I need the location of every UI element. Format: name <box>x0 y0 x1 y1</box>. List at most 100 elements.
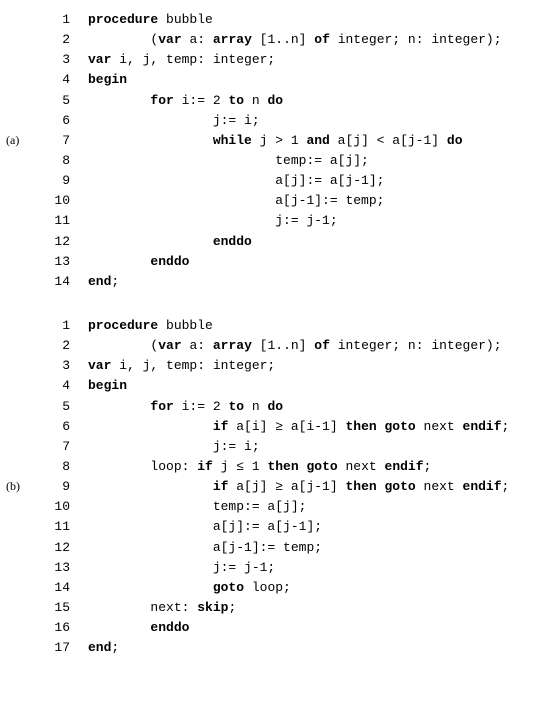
code-token <box>377 479 385 494</box>
code-content: (var a: array [1..n] of integer; n: inte… <box>88 336 549 356</box>
indent <box>88 459 150 474</box>
line-number: 3 <box>38 50 88 70</box>
indent <box>88 153 275 168</box>
code-token: a[j] < a[j-1] <box>330 133 447 148</box>
keyword-token: to <box>228 399 244 414</box>
code-content: j:= j-1; <box>88 558 549 578</box>
keyword-token: do <box>447 133 463 148</box>
listing-label: (b) <box>6 477 38 496</box>
code-content: j:= i; <box>88 437 549 457</box>
line-number: 16 <box>38 618 88 638</box>
code-token: j:= i; <box>213 113 260 128</box>
line-number: 15 <box>38 598 88 618</box>
code-token: a[i] ≥ a[i-1] <box>228 419 345 434</box>
indent <box>88 600 150 615</box>
code-content: for i:= 2 to n do <box>88 397 549 417</box>
line-number: 10 <box>38 497 88 517</box>
keyword-token: if <box>197 459 213 474</box>
line-number: 14 <box>38 578 88 598</box>
code-line: 1procedure bubble <box>6 316 549 336</box>
code-line: 8 temp:= a[j]; <box>6 151 549 171</box>
line-number: 17 <box>38 638 88 658</box>
code-content: next: skip; <box>88 598 549 618</box>
code-line: 6 if a[i] ≥ a[i-1] then goto next endif; <box>6 417 549 437</box>
keyword-token: enddo <box>150 254 189 269</box>
code-line: 12 enddo <box>6 232 549 252</box>
code-content: for i:= 2 to n do <box>88 91 549 111</box>
code-content: enddo <box>88 618 549 638</box>
keyword-token: goto <box>385 419 416 434</box>
line-number: 5 <box>38 91 88 111</box>
keyword-token: of <box>314 32 330 47</box>
code-token: temp:= a[j]; <box>213 499 307 514</box>
code-content: begin <box>88 376 549 396</box>
code-line: 3var i, j, temp: integer; <box>6 356 549 376</box>
code-line: 11 j:= j-1; <box>6 211 549 231</box>
indent <box>88 32 150 47</box>
code-content: end; <box>88 272 549 292</box>
line-number: 13 <box>38 558 88 578</box>
code-line: 16 enddo <box>6 618 549 638</box>
code-token: ; <box>502 419 510 434</box>
keyword-token: array <box>213 338 252 353</box>
keyword-token: endif <box>385 459 424 474</box>
line-number: 5 <box>38 397 88 417</box>
code-line: 14end; <box>6 272 549 292</box>
code-token: a: <box>182 338 213 353</box>
code-line: (b)9 if a[j] ≥ a[j-1] then goto next end… <box>6 477 549 497</box>
code-content: (var a: array [1..n] of integer; n: inte… <box>88 30 549 50</box>
keyword-token: var <box>158 32 181 47</box>
keyword-token: array <box>213 32 252 47</box>
code-line: (a)7 while j > 1 and a[j] < a[j-1] do <box>6 131 549 151</box>
code-token: j:= j-1; <box>213 560 275 575</box>
keyword-token: endif <box>463 479 502 494</box>
code-token: next <box>338 459 385 474</box>
code-token: a[j] ≥ a[j-1] <box>228 479 345 494</box>
code-content: end; <box>88 638 549 658</box>
line-number: 12 <box>38 538 88 558</box>
code-content: a[j]:= a[j-1]; <box>88 171 549 191</box>
code-line: 4begin <box>6 376 549 396</box>
code-line: 3var i, j, temp: integer; <box>6 50 549 70</box>
keyword-token: do <box>267 93 283 108</box>
indent <box>88 439 213 454</box>
indent <box>88 499 213 514</box>
code-token: bubble <box>158 318 213 333</box>
code-line: 1procedure bubble <box>6 10 549 30</box>
keyword-token: var <box>88 52 111 67</box>
code-token: ; <box>228 600 236 615</box>
code-content: temp:= a[j]; <box>88 497 549 517</box>
indent <box>88 93 150 108</box>
keyword-token: procedure <box>88 318 158 333</box>
code-line: 14 goto loop; <box>6 578 549 598</box>
code-token: [1..n] <box>252 32 314 47</box>
indent <box>88 234 213 249</box>
code-token: j ≤ 1 <box>213 459 268 474</box>
code-content: enddo <box>88 252 549 272</box>
code-listing-b: 1procedure bubble2 (var a: array [1..n] … <box>6 316 549 658</box>
code-line: 10 temp:= a[j]; <box>6 497 549 517</box>
line-number: 3 <box>38 356 88 376</box>
code-line: 17end; <box>6 638 549 658</box>
line-number: 8 <box>38 151 88 171</box>
line-number: 7 <box>38 437 88 457</box>
keyword-token: enddo <box>213 234 252 249</box>
keyword-token: skip <box>197 600 228 615</box>
keyword-token: then <box>267 459 298 474</box>
code-token: temp:= a[j]; <box>275 153 369 168</box>
keyword-token: goto <box>306 459 337 474</box>
code-token: integer; n: integer); <box>330 32 502 47</box>
code-line: 5 for i:= 2 to n do <box>6 397 549 417</box>
indent <box>88 173 275 188</box>
code-line: 12 a[j-1]:= temp; <box>6 538 549 558</box>
keyword-token: endif <box>463 419 502 434</box>
code-token <box>377 419 385 434</box>
line-number: 1 <box>38 10 88 30</box>
code-content: if a[i] ≥ a[i-1] then goto next endif; <box>88 417 549 437</box>
line-number: 2 <box>38 336 88 356</box>
code-token: a[j-1]:= temp; <box>275 193 384 208</box>
keyword-token: goto <box>213 580 244 595</box>
code-token: next: <box>150 600 197 615</box>
code-token: a[j-1]:= temp; <box>213 540 322 555</box>
code-token: j:= i; <box>213 439 260 454</box>
